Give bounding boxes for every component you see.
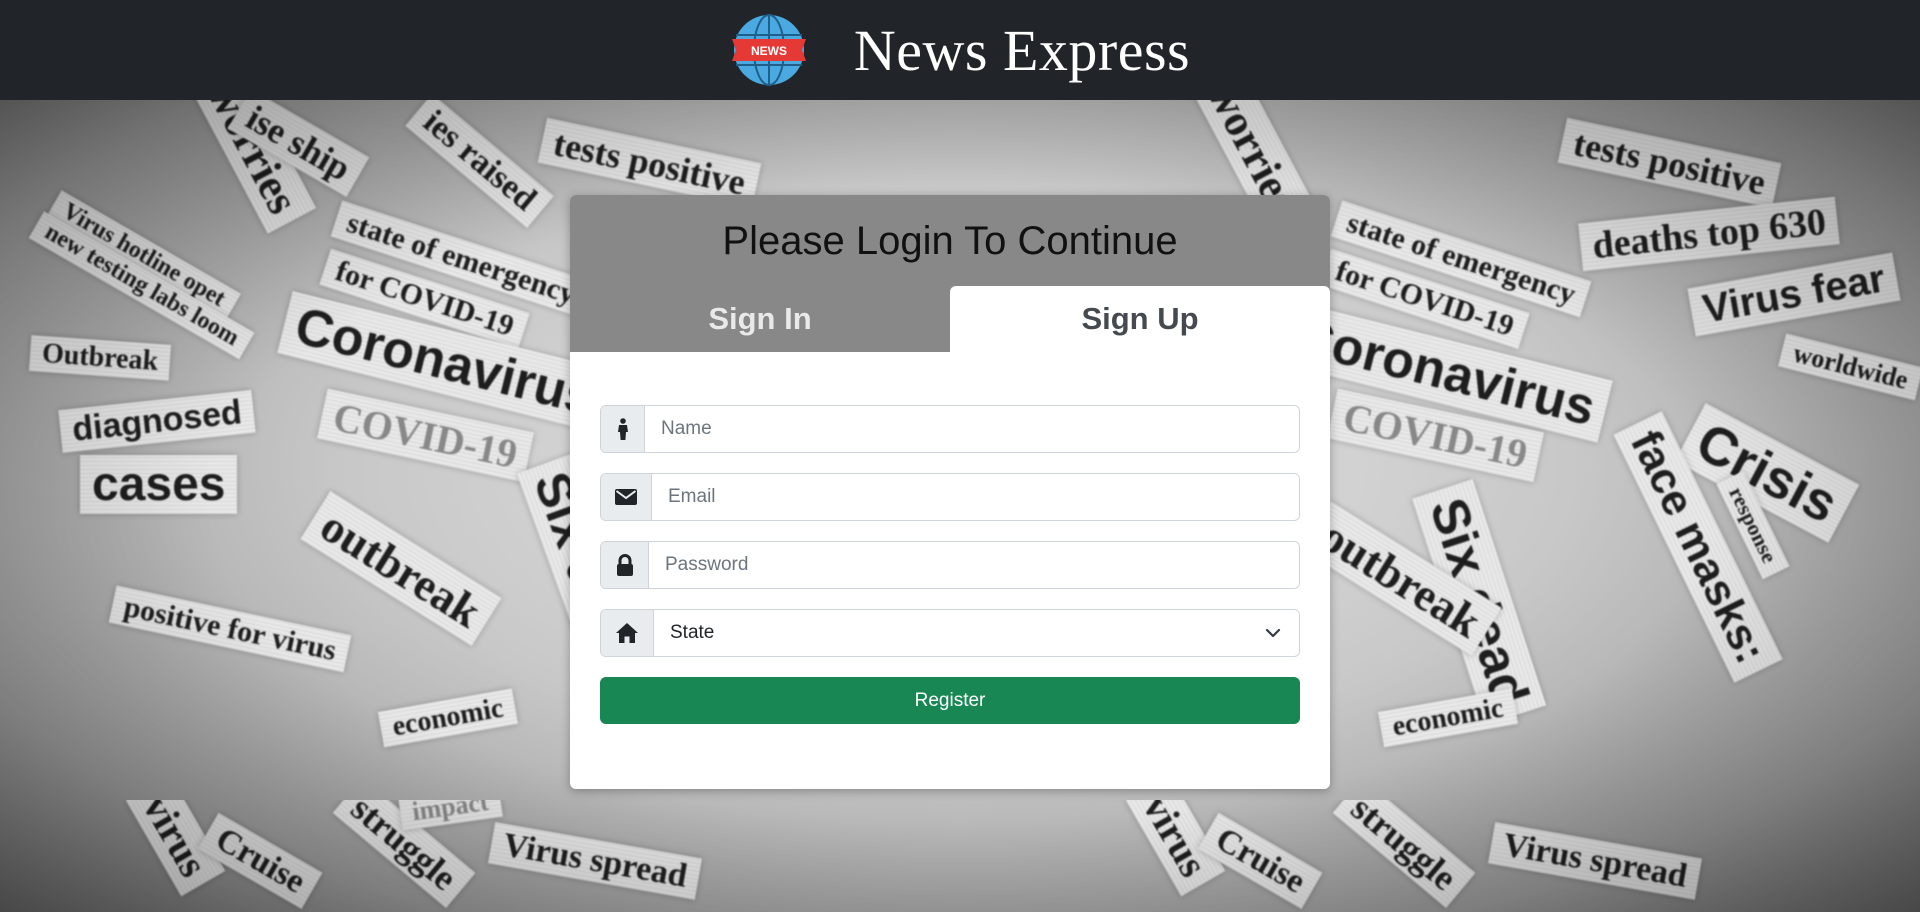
auth-tabs: Sign In Sign Up — [570, 286, 1330, 352]
signup-form: State Register — [570, 352, 1330, 724]
bg-tile: virus Cruise struggle Virus spread — [1000, 800, 1920, 912]
chevron-down-icon — [1265, 628, 1281, 638]
brand-name: News Express — [853, 17, 1191, 83]
email-field[interactable] — [652, 474, 1299, 520]
email-input-group — [600, 473, 1300, 521]
home-icon — [601, 610, 654, 656]
top-navbar: NEWS News Express — [0, 0, 1920, 100]
tab-sign-up[interactable]: Sign Up — [950, 286, 1330, 352]
auth-card: Please Login To Continue Sign In Sign Up — [570, 195, 1330, 789]
name-input-group — [600, 405, 1300, 453]
card-header: Please Login To Continue Sign In Sign Up — [570, 195, 1330, 352]
brand[interactable]: NEWS News Express — [730, 13, 1190, 87]
name-field[interactable] — [645, 406, 1299, 452]
bg-headline: diagnosed — [58, 389, 256, 454]
lock-icon — [601, 542, 649, 588]
news-globe-logo-icon: NEWS — [731, 14, 806, 86]
bg-headline: cases — [80, 455, 238, 514]
bg-tile: virus Cruise struggle Virus spread impac… — [0, 800, 1000, 912]
bg-headline: economic — [377, 688, 519, 748]
bg-headline: worldwide — [1777, 333, 1920, 401]
card-title: Please Login To Continue — [722, 219, 1178, 263]
bg-headline: struggle — [1332, 800, 1476, 909]
bg-headline: tests positive — [1557, 117, 1782, 209]
password-field[interactable] — [649, 542, 1299, 588]
envelope-icon — [601, 474, 652, 520]
bg-headline: economic — [1377, 688, 1519, 748]
state-input-group: State — [600, 609, 1300, 657]
state-select-value: State — [670, 622, 715, 643]
bg-headline: Outbreak — [28, 335, 172, 381]
bg-headline: Virus fear — [1687, 252, 1901, 337]
bg-headline: outbreak — [300, 490, 502, 647]
svg-text:NEWS: NEWS — [751, 44, 787, 58]
tab-sign-in[interactable]: Sign In — [570, 286, 950, 352]
bg-headline: Virus spread — [1487, 822, 1703, 900]
person-icon — [601, 406, 645, 452]
register-button[interactable]: Register — [600, 677, 1300, 724]
bg-headline: deaths top 630 — [1578, 196, 1841, 272]
password-input-group — [600, 541, 1300, 589]
state-select[interactable]: State — [654, 610, 1299, 656]
bg-headline: positive for virus — [108, 585, 352, 673]
bg-headline: Virus spread — [487, 822, 703, 900]
bg-headline: impact — [398, 800, 503, 831]
bg-headline: ies raised — [405, 100, 554, 229]
